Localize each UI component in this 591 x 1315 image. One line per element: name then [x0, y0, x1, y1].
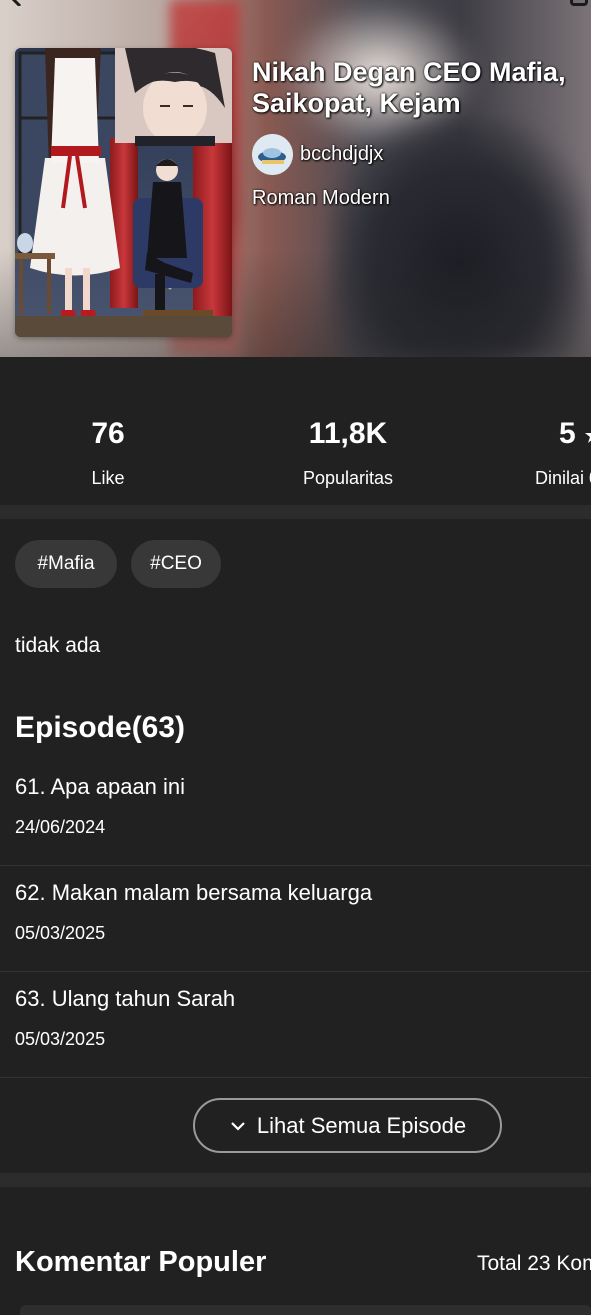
episode-title: 63. Ulang tahun Sarah — [15, 986, 236, 1011]
author-avatar[interactable] — [252, 134, 293, 175]
rating-number: 5 — [559, 417, 576, 450]
popularity-label: Popularitas — [302, 468, 394, 488]
genre-label[interactable]: Roman Modern — [252, 187, 390, 210]
rating-label: Dinilai 0 — [535, 468, 591, 488]
stats-panel: 76 Like 11,8K Popularitas 5 Dinilai 0 — [0, 357, 591, 505]
comic-title-line-1: Nikah Degan CEO Mafia, — [252, 57, 566, 87]
episode-date: 05/03/2025 — [15, 923, 106, 943]
chevron-down-icon — [231, 1121, 245, 1131]
popularity-count: 11,8K — [308, 417, 388, 450]
back-arrow-icon[interactable] — [10, 0, 30, 6]
episode-item[interactable]: 62. Makan malam bersama keluarga 05/03/2… — [0, 866, 591, 972]
see-all-label: Lihat Semua Episode — [256, 1112, 467, 1138]
episodes-heading: Episode(63) — [15, 711, 186, 744]
episode-item[interactable]: 61. Apa apaan ini 24/06/2024 — [0, 760, 591, 866]
comic-title-line-2: Saikopat, Kejam — [252, 88, 461, 118]
episode-date: 05/03/2025 — [15, 1029, 106, 1049]
share-icon[interactable] — [570, 0, 588, 6]
description-text: tidak ada — [15, 634, 101, 657]
cover-image[interactable] — [15, 48, 232, 337]
comic-title: Nikah Degan CEO Mafia, Saikopat, Kejam — [252, 57, 591, 119]
comments-heading: Komentar Populer — [15, 1246, 267, 1278]
tag-ceo[interactable]: #CEO — [131, 540, 221, 588]
episode-title: 61. Apa apaan ini — [15, 774, 186, 799]
comment-card-edge — [20, 1305, 591, 1315]
tag-mafia[interactable]: #Mafia — [15, 540, 117, 588]
episode-title: 62. Makan malam bersama keluarga — [15, 880, 373, 905]
section-divider — [0, 1173, 591, 1187]
likes-count: 76 — [91, 417, 125, 450]
comments-total[interactable]: Total 23 Kom — [477, 1252, 591, 1276]
star-icon — [585, 433, 591, 444]
author-name[interactable]: bcchdjdjx — [300, 143, 383, 166]
section-divider — [0, 505, 591, 519]
rating-value: 5 — [559, 417, 591, 451]
likes-label: Like — [91, 468, 125, 488]
episode-item[interactable]: 63. Ulang tahun Sarah 05/03/2025 — [0, 972, 591, 1078]
see-all-episodes-button[interactable]: Lihat Semua Episode — [193, 1098, 502, 1153]
hero-banner: Nikah Degan CEO Mafia, Saikopat, Kejam b… — [0, 0, 591, 357]
episode-date: 24/06/2024 — [15, 817, 106, 837]
